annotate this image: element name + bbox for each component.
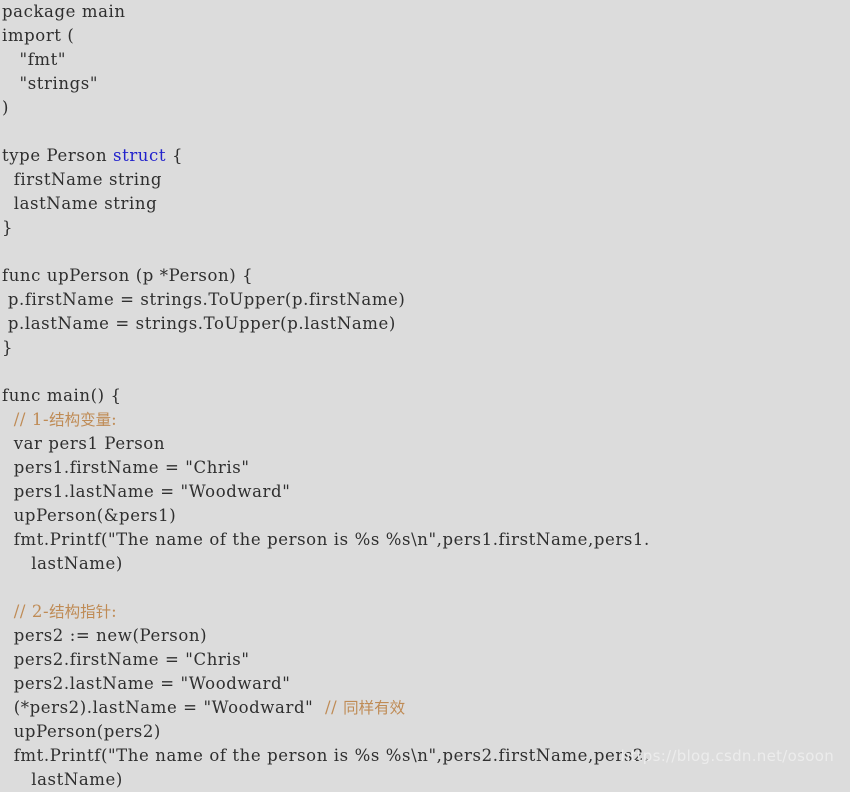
code-text: // <box>325 698 344 717</box>
code-text: type Person <box>2 146 114 165</box>
code-text: // 2- <box>2 602 50 621</box>
code-line: pers2.lastName = "Woodward" <box>0 672 850 696</box>
code-text: "fmt" <box>2 50 67 69</box>
code-line: func upPerson (p *Person) { <box>0 264 850 288</box>
code-line: // 2-结构指针: <box>0 600 850 624</box>
code-line: lastName) <box>0 552 850 576</box>
code-text: upPerson(&pers1) <box>2 506 177 525</box>
code-line: firstName string <box>0 168 850 192</box>
code-text: fmt.Printf("The name of the person is %s… <box>2 746 650 765</box>
code-text: (*pers2).lastName = "Woodward" <box>2 698 325 717</box>
code-line: ) <box>0 96 850 120</box>
code-text: ) <box>2 98 10 117</box>
code-text: lastName) <box>2 554 123 573</box>
code-line: "fmt" <box>0 48 850 72</box>
code-text: } <box>2 218 14 237</box>
code-listing: package main import ( "fmt" "strings") ty… <box>0 0 850 789</box>
code-line: p.firstName = strings.ToUpper(p.firstNam… <box>0 288 850 312</box>
code-line: p.lastName = strings.ToUpper(p.lastName) <box>0 312 850 336</box>
code-text: lastName string <box>2 194 158 213</box>
code-text: var pers1 Person <box>2 434 166 453</box>
code-text: upPerson(pers2) <box>2 722 161 741</box>
code-line: pers2.firstName = "Chris" <box>0 648 850 672</box>
code-text-cjk: 同样有效 <box>343 699 406 717</box>
code-text: func upPerson (p *Person) { <box>2 266 254 285</box>
code-text: fmt.Printf("The name of the person is %s… <box>2 530 650 549</box>
code-line: type Person struct { <box>0 144 850 168</box>
code-text: } <box>2 338 14 357</box>
code-text: // 1- <box>2 410 50 429</box>
code-line: func main() { <box>0 384 850 408</box>
code-text: import ( <box>2 26 75 45</box>
code-text: pers1.firstName = "Chris" <box>2 458 250 477</box>
code-line: lastName) <box>0 768 850 792</box>
code-line: (*pers2).lastName = "Woodward" // 同样有效 <box>0 696 850 720</box>
code-text: pers1.lastName = "Woodward" <box>2 482 291 501</box>
comment-line: // 1-结构变量: <box>2 410 117 429</box>
code-line: pers2 := new(Person) <box>0 624 850 648</box>
code-text: pers2 := new(Person) <box>2 626 208 645</box>
code-text: func main() { <box>2 386 122 405</box>
comment-line: // 2-结构指针: <box>2 602 117 621</box>
code-text: "strings" <box>2 74 99 93</box>
inline-comment: // 同样有效 <box>325 698 405 717</box>
code-text: p.firstName = strings.ToUpper(p.firstNam… <box>2 290 406 309</box>
code-line-container: package main import ( "fmt" "strings") ty… <box>0 0 850 792</box>
code-line: upPerson(pers2) <box>0 720 850 744</box>
code-text: pers2.lastName = "Woodward" <box>2 674 291 693</box>
code-text: : <box>111 602 118 621</box>
code-line: fmt.Printf("The name of the person is %s… <box>0 744 850 768</box>
code-line: pers1.lastName = "Woodward" <box>0 480 850 504</box>
code-text: p.lastName = strings.ToUpper(p.lastName) <box>2 314 396 333</box>
code-text: firstName string <box>2 170 163 189</box>
code-line: fmt.Printf("The name of the person is %s… <box>0 528 850 552</box>
code-line: pers1.firstName = "Chris" <box>0 456 850 480</box>
code-line: import ( <box>0 24 850 48</box>
code-text: pers2.firstName = "Chris" <box>2 650 250 669</box>
code-text: lastName) <box>2 770 123 789</box>
code-line: "strings" <box>0 72 850 96</box>
code-line: lastName string <box>0 192 850 216</box>
code-text: : <box>111 410 118 429</box>
code-text: { <box>166 146 184 165</box>
code-text-cjk: 结构指针 <box>49 603 112 621</box>
code-line: package main <box>0 0 850 24</box>
code-line: } <box>0 336 850 360</box>
code-line: upPerson(&pers1) <box>0 504 850 528</box>
code-text-cjk: 结构变量 <box>49 411 112 429</box>
code-line: var pers1 Person <box>0 432 850 456</box>
code-line: } <box>0 216 850 240</box>
keyword-token: struct <box>113 146 167 165</box>
code-text: package main <box>2 2 126 21</box>
code-line: // 1-结构变量: <box>0 408 850 432</box>
